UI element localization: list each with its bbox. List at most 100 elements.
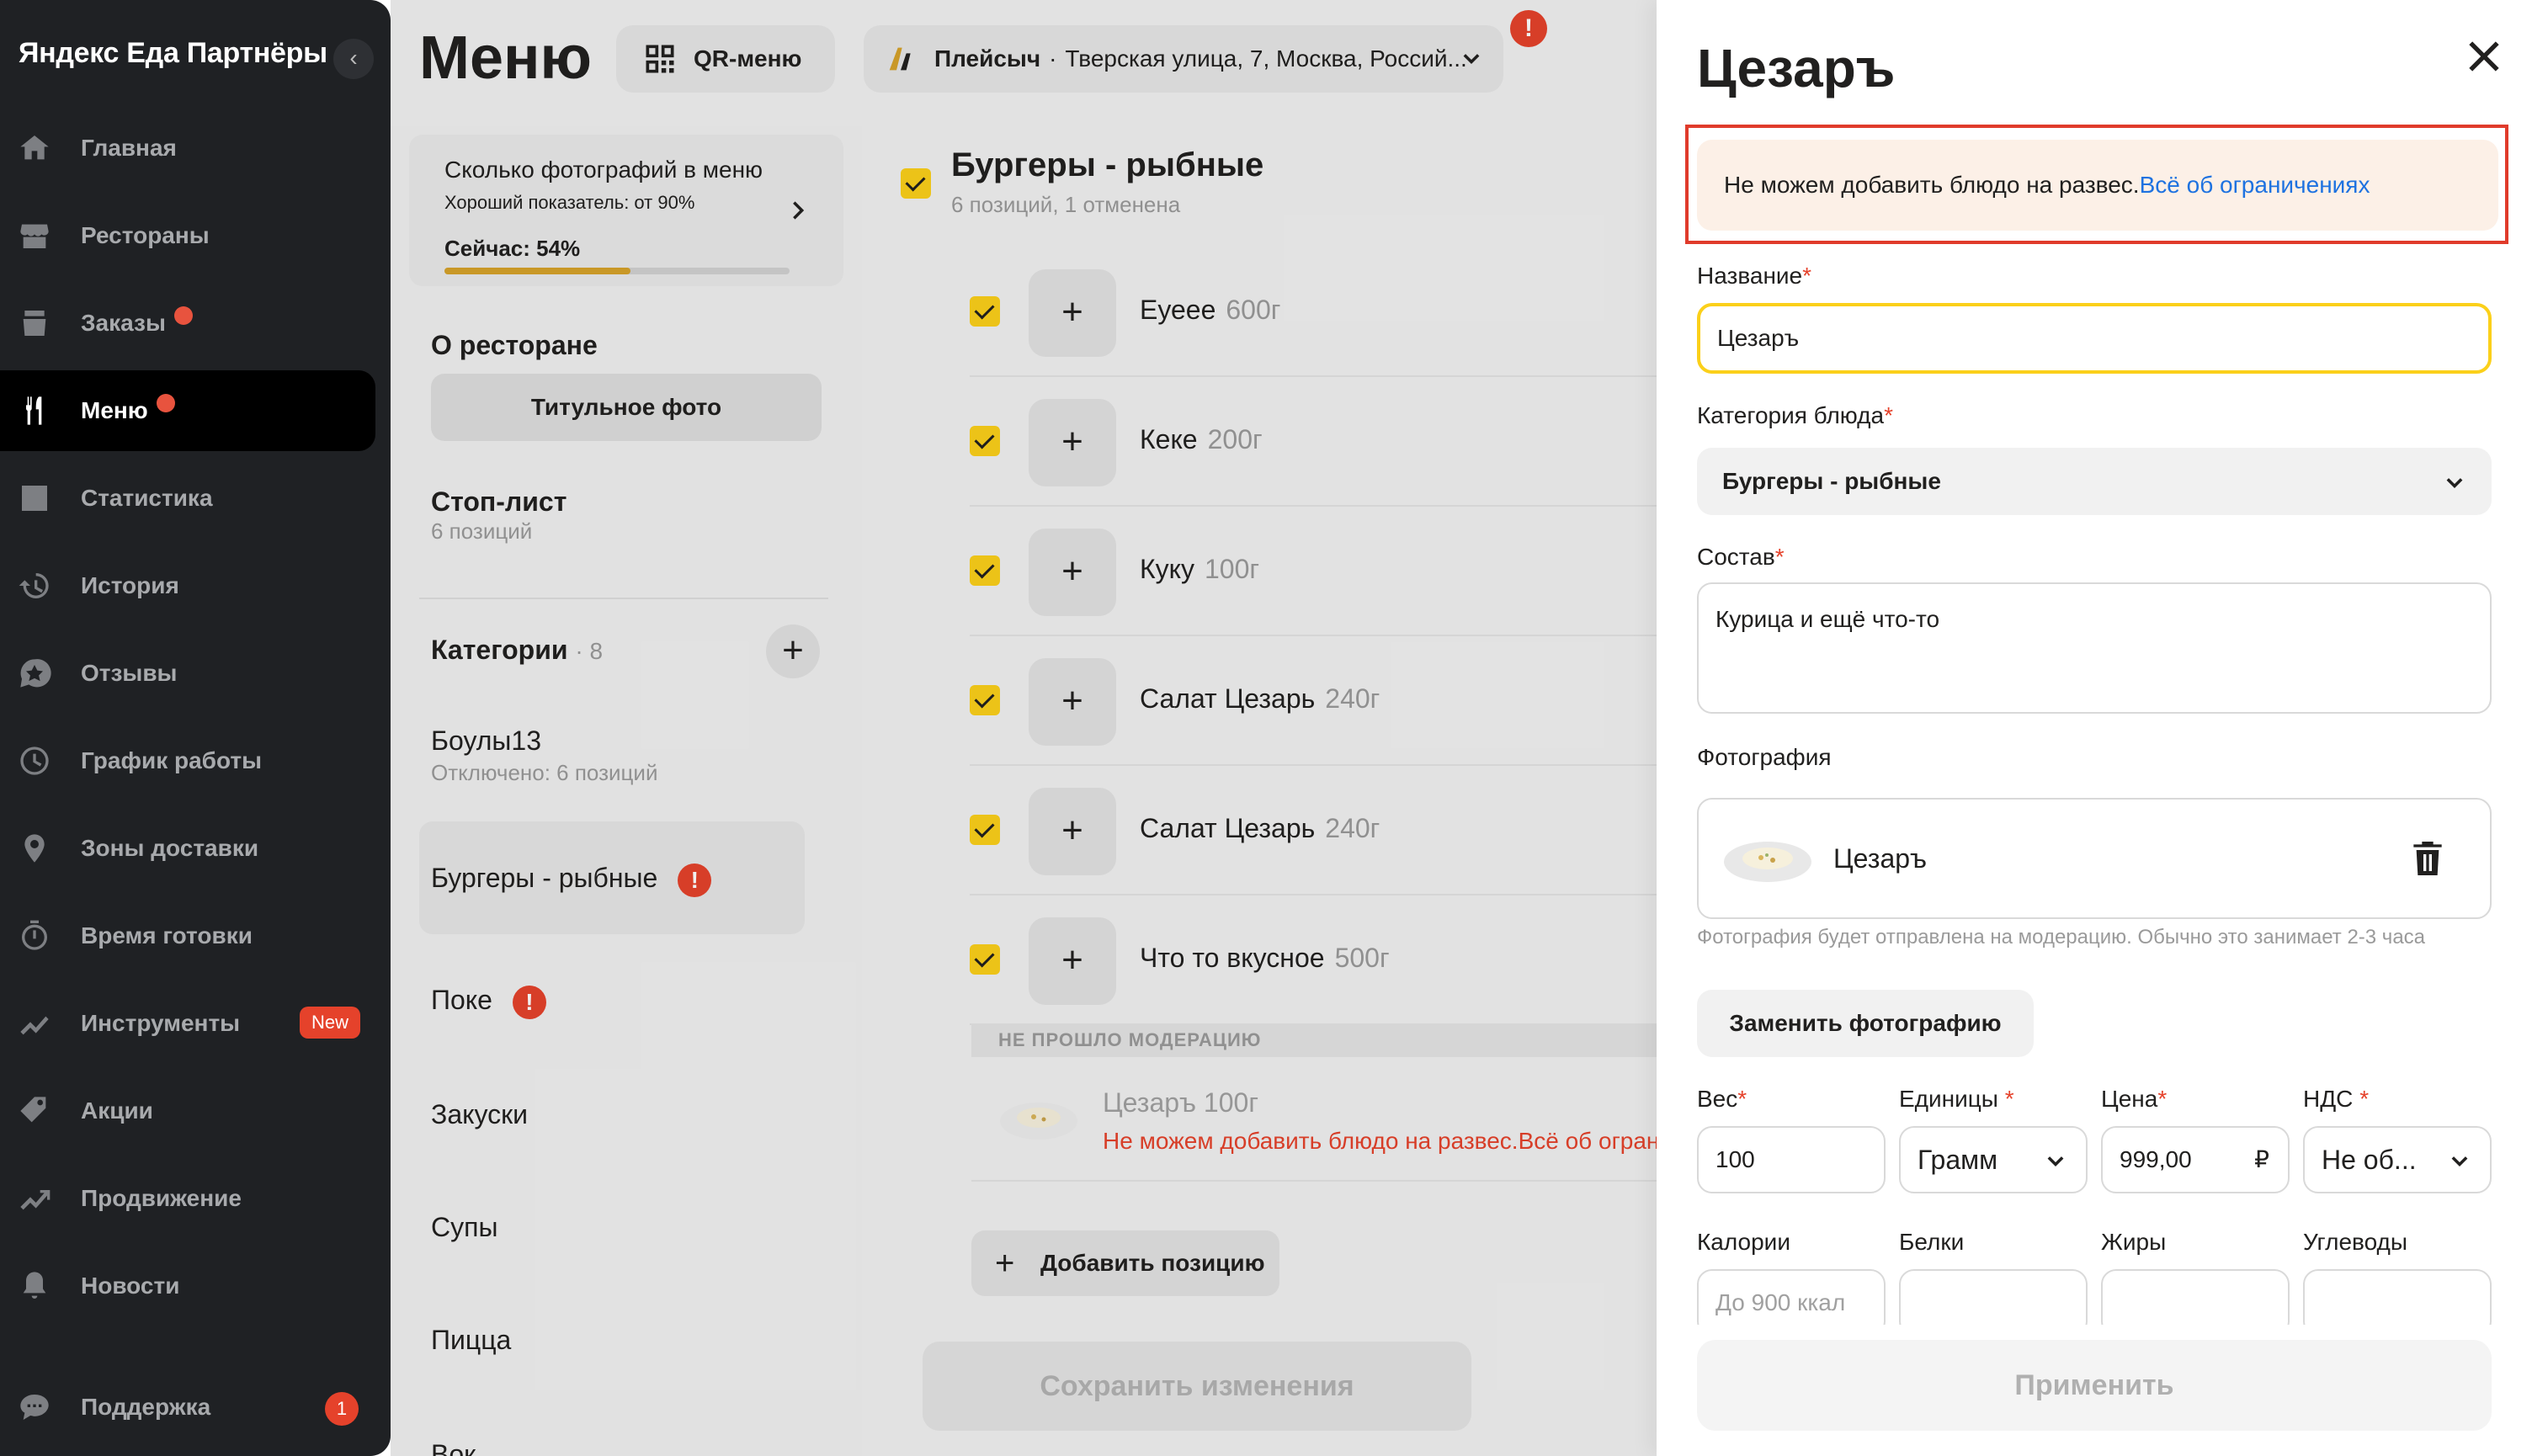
panel-title: Цезаръ [1697, 38, 1896, 98]
restrictions-link[interactable]: Всё об ограничениях [2140, 172, 2370, 198]
sidebar-item-label: Отзывы [81, 660, 178, 686]
save-changes-button[interactable]: Сохранить изменения [923, 1342, 1471, 1431]
trend-icon [17, 1181, 52, 1216]
add-photo-button[interactable]: + [1029, 658, 1116, 746]
weight-input[interactable]: 100 [1697, 1126, 1886, 1193]
sidebar-item-home[interactable]: Главная [0, 108, 375, 189]
divider [419, 598, 828, 599]
reviews-icon [17, 656, 52, 691]
sidebar-item-cooking-time[interactable]: Время готовки [0, 895, 375, 976]
dish-row[interactable]: + Салат Цезарь 240г [970, 766, 1660, 895]
sidebar-item-news[interactable]: Новости [0, 1246, 375, 1326]
sidebar-item-support[interactable]: Поддержка 1 [0, 1367, 375, 1448]
dish-checkbox[interactable] [970, 944, 1000, 975]
add-category-button[interactable]: + [766, 624, 820, 678]
alert-icon[interactable]: ! [1510, 10, 1547, 47]
sidebar-item-restaurants[interactable]: Рестораны [0, 195, 375, 276]
photo-label: Фотография [1697, 744, 1832, 770]
sidebar-item-label: Время готовки [81, 922, 253, 949]
about-restaurant-heading[interactable]: О ресторане [431, 330, 598, 361]
sidebar-item-label: Зоны доставки [81, 835, 259, 861]
name-input[interactable]: Цезаръ [1697, 303, 2492, 374]
close-icon[interactable] [2461, 34, 2507, 79]
trash-icon[interactable] [2411, 840, 2444, 877]
photo-field: Цезаръ [1697, 798, 2492, 919]
pin-icon [17, 831, 52, 866]
apply-button[interactable]: Применить [1697, 1340, 2492, 1431]
add-photo-button[interactable]: + [1029, 269, 1116, 357]
replace-photo-button[interactable]: Заменить фотографию [1697, 990, 2034, 1057]
sidebar-item-menu[interactable]: Меню [0, 370, 375, 451]
category-item[interactable]: Пицца [419, 1308, 805, 1372]
sidebar-item-label: Акции [81, 1097, 153, 1124]
photo-coverage-card[interactable]: Сколько фотографий в меню Хороший показа… [409, 135, 843, 286]
error-icon: ! [678, 863, 712, 897]
weight-label-text: Вес [1697, 1086, 1738, 1112]
dish-row[interactable]: + Что то вкусное 500г [970, 895, 1660, 1025]
category-item[interactable]: Вок [419, 1422, 805, 1456]
sidebar-item-orders[interactable]: Заказы [0, 283, 375, 364]
dish-checkbox[interactable] [970, 815, 1000, 845]
currency-symbol: ₽ [2254, 1146, 2269, 1172]
sidebar-item-statistics[interactable]: Статистика [0, 458, 375, 539]
required-mark: * [2359, 1086, 2370, 1112]
rejected-dish-row[interactable]: Цезаръ 100г Не можем добавить блюдо на р… [971, 1057, 1662, 1182]
panel-footer: Применить [1657, 1325, 2532, 1456]
category-select[interactable]: Бургеры - рыбные [1697, 448, 2492, 515]
required-mark: * [2004, 1086, 2014, 1112]
dish-row[interactable]: + Кеке 200г [970, 377, 1660, 507]
sidebar-item-label: Меню [81, 397, 148, 423]
sidebar-item-reviews[interactable]: Отзывы [0, 633, 375, 714]
add-photo-button[interactable]: + [1029, 788, 1116, 875]
category-item[interactable]: Супы [419, 1195, 805, 1259]
dish-photo-thumbnail [1000, 1103, 1077, 1140]
chevron-right-icon [793, 201, 805, 220]
add-photo-button[interactable]: + [1029, 399, 1116, 486]
collapse-sidebar-button[interactable]: ‹ [333, 39, 374, 79]
dish-checkbox[interactable] [970, 555, 1000, 586]
dish-photo-thumbnail[interactable] [1722, 832, 1813, 887]
sidebar-item-promotions[interactable]: Акции [0, 1071, 375, 1151]
qr-menu-button[interactable]: QR-меню [616, 25, 835, 93]
name-label: Название* [1697, 263, 1811, 290]
dish-checkbox[interactable] [970, 296, 1000, 327]
dish-row[interactable]: + Салат Цезарь 240г [970, 636, 1660, 766]
dish-checkbox[interactable] [970, 426, 1000, 456]
dish-checkbox[interactable] [970, 685, 1000, 715]
sidebar-item-promotion[interactable]: Продвижение [0, 1158, 375, 1239]
add-photo-button[interactable]: + [1029, 529, 1116, 616]
add-photo-button[interactable]: + [1029, 917, 1116, 1005]
dish-row[interactable]: + Куку 100г [970, 507, 1660, 636]
price-label-text: Цена [2101, 1086, 2158, 1112]
category-checkbox[interactable] [901, 168, 931, 199]
composition-label-text: Состав [1697, 544, 1775, 570]
units-select[interactable]: Грамм [1899, 1126, 2088, 1193]
name-label-text: Название [1697, 263, 1803, 289]
sidebar-item-history[interactable]: История [0, 545, 375, 626]
sidebar-item-tools[interactable]: Инструменты New [0, 983, 375, 1064]
categories-heading: Категории · 8 [431, 635, 603, 666]
vat-value: Не об... [2322, 1145, 2417, 1175]
sidebar-item-schedule[interactable]: График работы [0, 720, 375, 801]
restaurant-select[interactable]: Плейсыч · Тверская улица, 7, Москва, Рос… [864, 25, 1503, 93]
category-item[interactable]: Боулы13 Отключено: 6 позиций [419, 725, 805, 801]
chart-icon [17, 481, 52, 516]
category-item[interactable]: Поке! [419, 968, 805, 1032]
stop-list-title[interactable]: Стоп-лист [431, 486, 567, 518]
sidebar-item-delivery-zones[interactable]: Зоны доставки [0, 808, 375, 889]
brand-logo-text[interactable]: Яндекс Еда Партнёры [19, 37, 327, 70]
category-value: Бургеры - рыбные [1722, 468, 1941, 494]
category-item[interactable]: Закуски [419, 1082, 805, 1146]
name-value: Цезаръ [1717, 325, 1800, 351]
add-position-button[interactable]: + Добавить позицию [971, 1230, 1279, 1296]
vat-select[interactable]: Не об... [2303, 1126, 2492, 1193]
dish-row[interactable]: + Еуеее 600г [970, 247, 1660, 377]
category-label: Категория блюда* [1697, 402, 1893, 429]
price-input[interactable]: 999,00 ₽ [2101, 1126, 2290, 1193]
weight-warning: Не можем добавить блюдо на развес.Всё об… [1697, 140, 2498, 231]
composition-textarea[interactable]: Курица и ещё что-то [1697, 582, 2492, 714]
dish-title: Куку 100г [1140, 554, 1259, 585]
title-photo-button[interactable]: Титульное фото [431, 374, 822, 441]
category-item-selected[interactable]: Бургеры - рыбные! [419, 821, 805, 934]
units-label: Единицы * [1899, 1086, 2014, 1113]
